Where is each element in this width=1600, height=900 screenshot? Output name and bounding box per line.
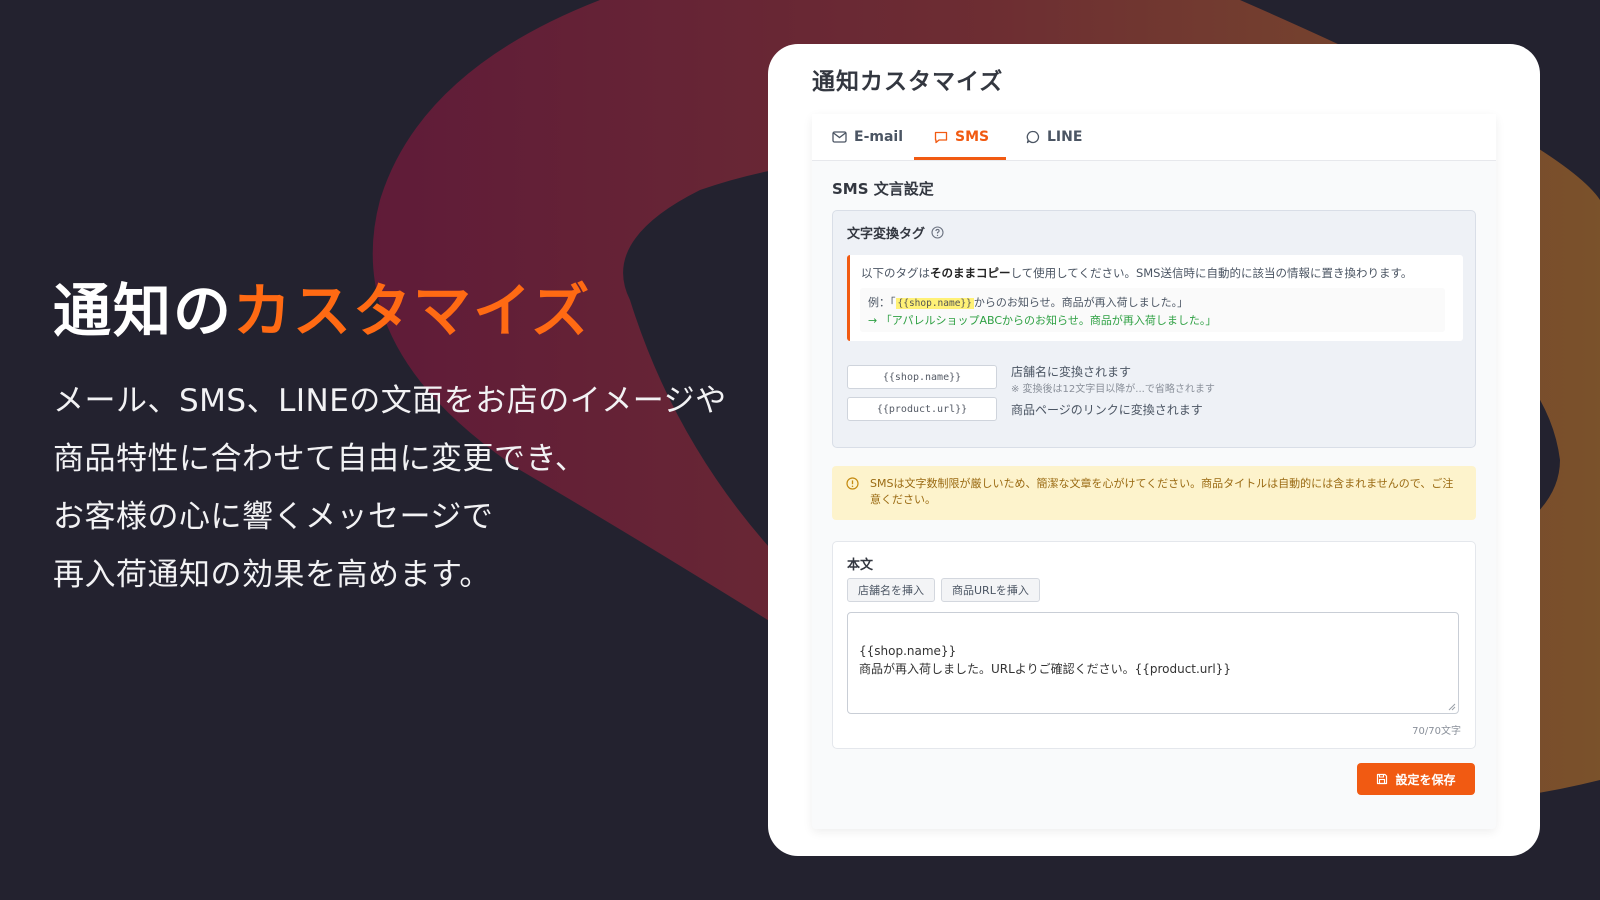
info-bold: そのままコピー <box>930 266 1011 280</box>
tab-email-label: E-mail <box>854 129 904 145</box>
save-icon <box>1377 773 1388 785</box>
tags-heading: 文字変換タグ <box>847 223 944 242</box>
chat-icon <box>934 131 948 143</box>
tab-sms[interactable]: SMS <box>914 114 1006 160</box>
hero-body-line: 再入荷通知の効果を高めます。 <box>53 556 491 593</box>
section-title: SMS 文言設定 <box>832 180 934 198</box>
tag-usage-info: 以下のタグはそのままコピーして使用してください。SMS送信時に自動的に該当の情報… <box>847 255 1463 341</box>
conversion-tags-box: 文字変換タグ 以下のタグはそのままコピーして使用してください。SMS送信時に自動… <box>832 210 1476 448</box>
message-body-box: 本文 店舗名を挿入 商品URLを挿入 {{shop.name}} 商品が再入荷し… <box>832 541 1476 749</box>
warning-icon <box>846 477 859 490</box>
hero-title: 通知のカスタマイズ <box>53 277 727 345</box>
speech-bubble-icon <box>1026 130 1040 144</box>
hero-title-main: 通知の <box>53 277 234 345</box>
example-tag-highlight: {{shop.name}} <box>895 298 974 309</box>
tab-line-label: LINE <box>1047 129 1083 145</box>
hero-body-line: お客様の心に響くメッセージで <box>53 498 494 535</box>
tab-email[interactable]: E-mail <box>832 114 903 160</box>
product-url-tag-chip[interactable]: {{product.url}} <box>847 397 997 421</box>
save-button-label: 設定を保存 <box>1395 772 1456 787</box>
example-result: → 「アパレルショップABCからのお知らせ。商品が再入荷しました。」 <box>868 314 1217 327</box>
hero-title-accent: カスタマイズ <box>233 277 592 345</box>
notification-panel: E-mail SMS LINE SMS 文言設定 文字変換タグ 以下のタグはその… <box>812 114 1496 829</box>
shop-name-tag-description: 店舗名に変換されます <box>1011 365 1132 379</box>
insert-product-url-button[interactable]: 商品URLを挿入 <box>941 578 1040 602</box>
tab-sms-label: SMS <box>955 129 990 145</box>
body-label: 本文 <box>847 558 874 573</box>
tag-row-product-url: {{product.url}} 商品ページのリンクに変換されます <box>847 397 1447 421</box>
message-body-textarea[interactable]: {{shop.name}} 商品が再入荷しました。URLよりご確認ください。{{… <box>847 612 1459 714</box>
character-counter: 70/70文字 <box>1412 726 1461 737</box>
shop-name-tag-note: ※ 変換後は12文字目以降が...で省略されます <box>1011 384 1215 395</box>
channel-tabs: E-mail SMS LINE <box>812 114 1496 161</box>
tab-line[interactable]: LINE <box>1026 114 1082 160</box>
info-line: 以下のタグはそのままコピーして使用してください。SMS送信時に自動的に該当の情報… <box>861 265 1412 281</box>
info-prefix: 以下のタグは <box>861 266 930 280</box>
help-icon[interactable] <box>931 226 944 239</box>
tag-row-shop-name: {{shop.name}} 店舗名に変換されます ※ 変換後は12文字目以降が.… <box>847 365 1447 395</box>
shop-name-tag-chip[interactable]: {{shop.name}} <box>847 365 997 389</box>
mail-icon <box>832 131 847 143</box>
settings-card: 通知カスタマイズ E-mail SMS LINE SMS 文言設定 文字変換タグ <box>768 44 1540 856</box>
hero-body: メール、SMS、LINEの文面をお店のイメージや 商品特性に合わせて自由に変更で… <box>53 372 727 604</box>
card-title: 通知カスタマイズ <box>812 69 1004 95</box>
hero-body-line: 商品特性に合わせて自由に変更でき、 <box>53 440 587 477</box>
warning-text: SMSは文字数制限が厳しいため、簡潔な文章を心がけてください。商品タイトルは自動… <box>870 477 1454 506</box>
tags-heading-label: 文字変換タグ <box>847 227 926 242</box>
example-suffix: からのお知らせ。商品が再入荷しました。」 <box>973 296 1189 309</box>
hero-body-line: メール、SMS、LINEの文面をお店のイメージや <box>53 382 727 419</box>
insert-shop-name-button[interactable]: 店舗名を挿入 <box>847 578 935 602</box>
message-body-text: {{shop.name}} 商品が再入荷しました。URLよりご確認ください。{{… <box>859 644 1231 676</box>
sms-limit-warning: SMSは文字数制限が厳しいため、簡潔な文章を心がけてください。商品タイトルは自動… <box>832 466 1476 520</box>
resize-handle-icon[interactable] <box>1448 703 1456 711</box>
example-box: 例：「 {{shop.name}} からのお知らせ。商品が再入荷しました。」 → 「… <box>860 288 1445 332</box>
product-url-tag-description: 商品ページのリンクに変換されます <box>1011 403 1203 417</box>
example-prefix: 例：「 <box>868 296 896 309</box>
info-suffix: して使用してください。SMS送信時に自動的に該当の情報に置き換わります。 <box>1010 266 1413 280</box>
save-settings-button[interactable]: 設定を保存 <box>1357 763 1475 795</box>
example-line: 例：「 {{shop.name}} からのお知らせ。商品が再入荷しました。」 <box>868 294 1188 310</box>
hero-section: 通知のカスタマイズ メール、SMS、LINEの文面をお店のイメージや 商品特性に… <box>53 277 727 604</box>
